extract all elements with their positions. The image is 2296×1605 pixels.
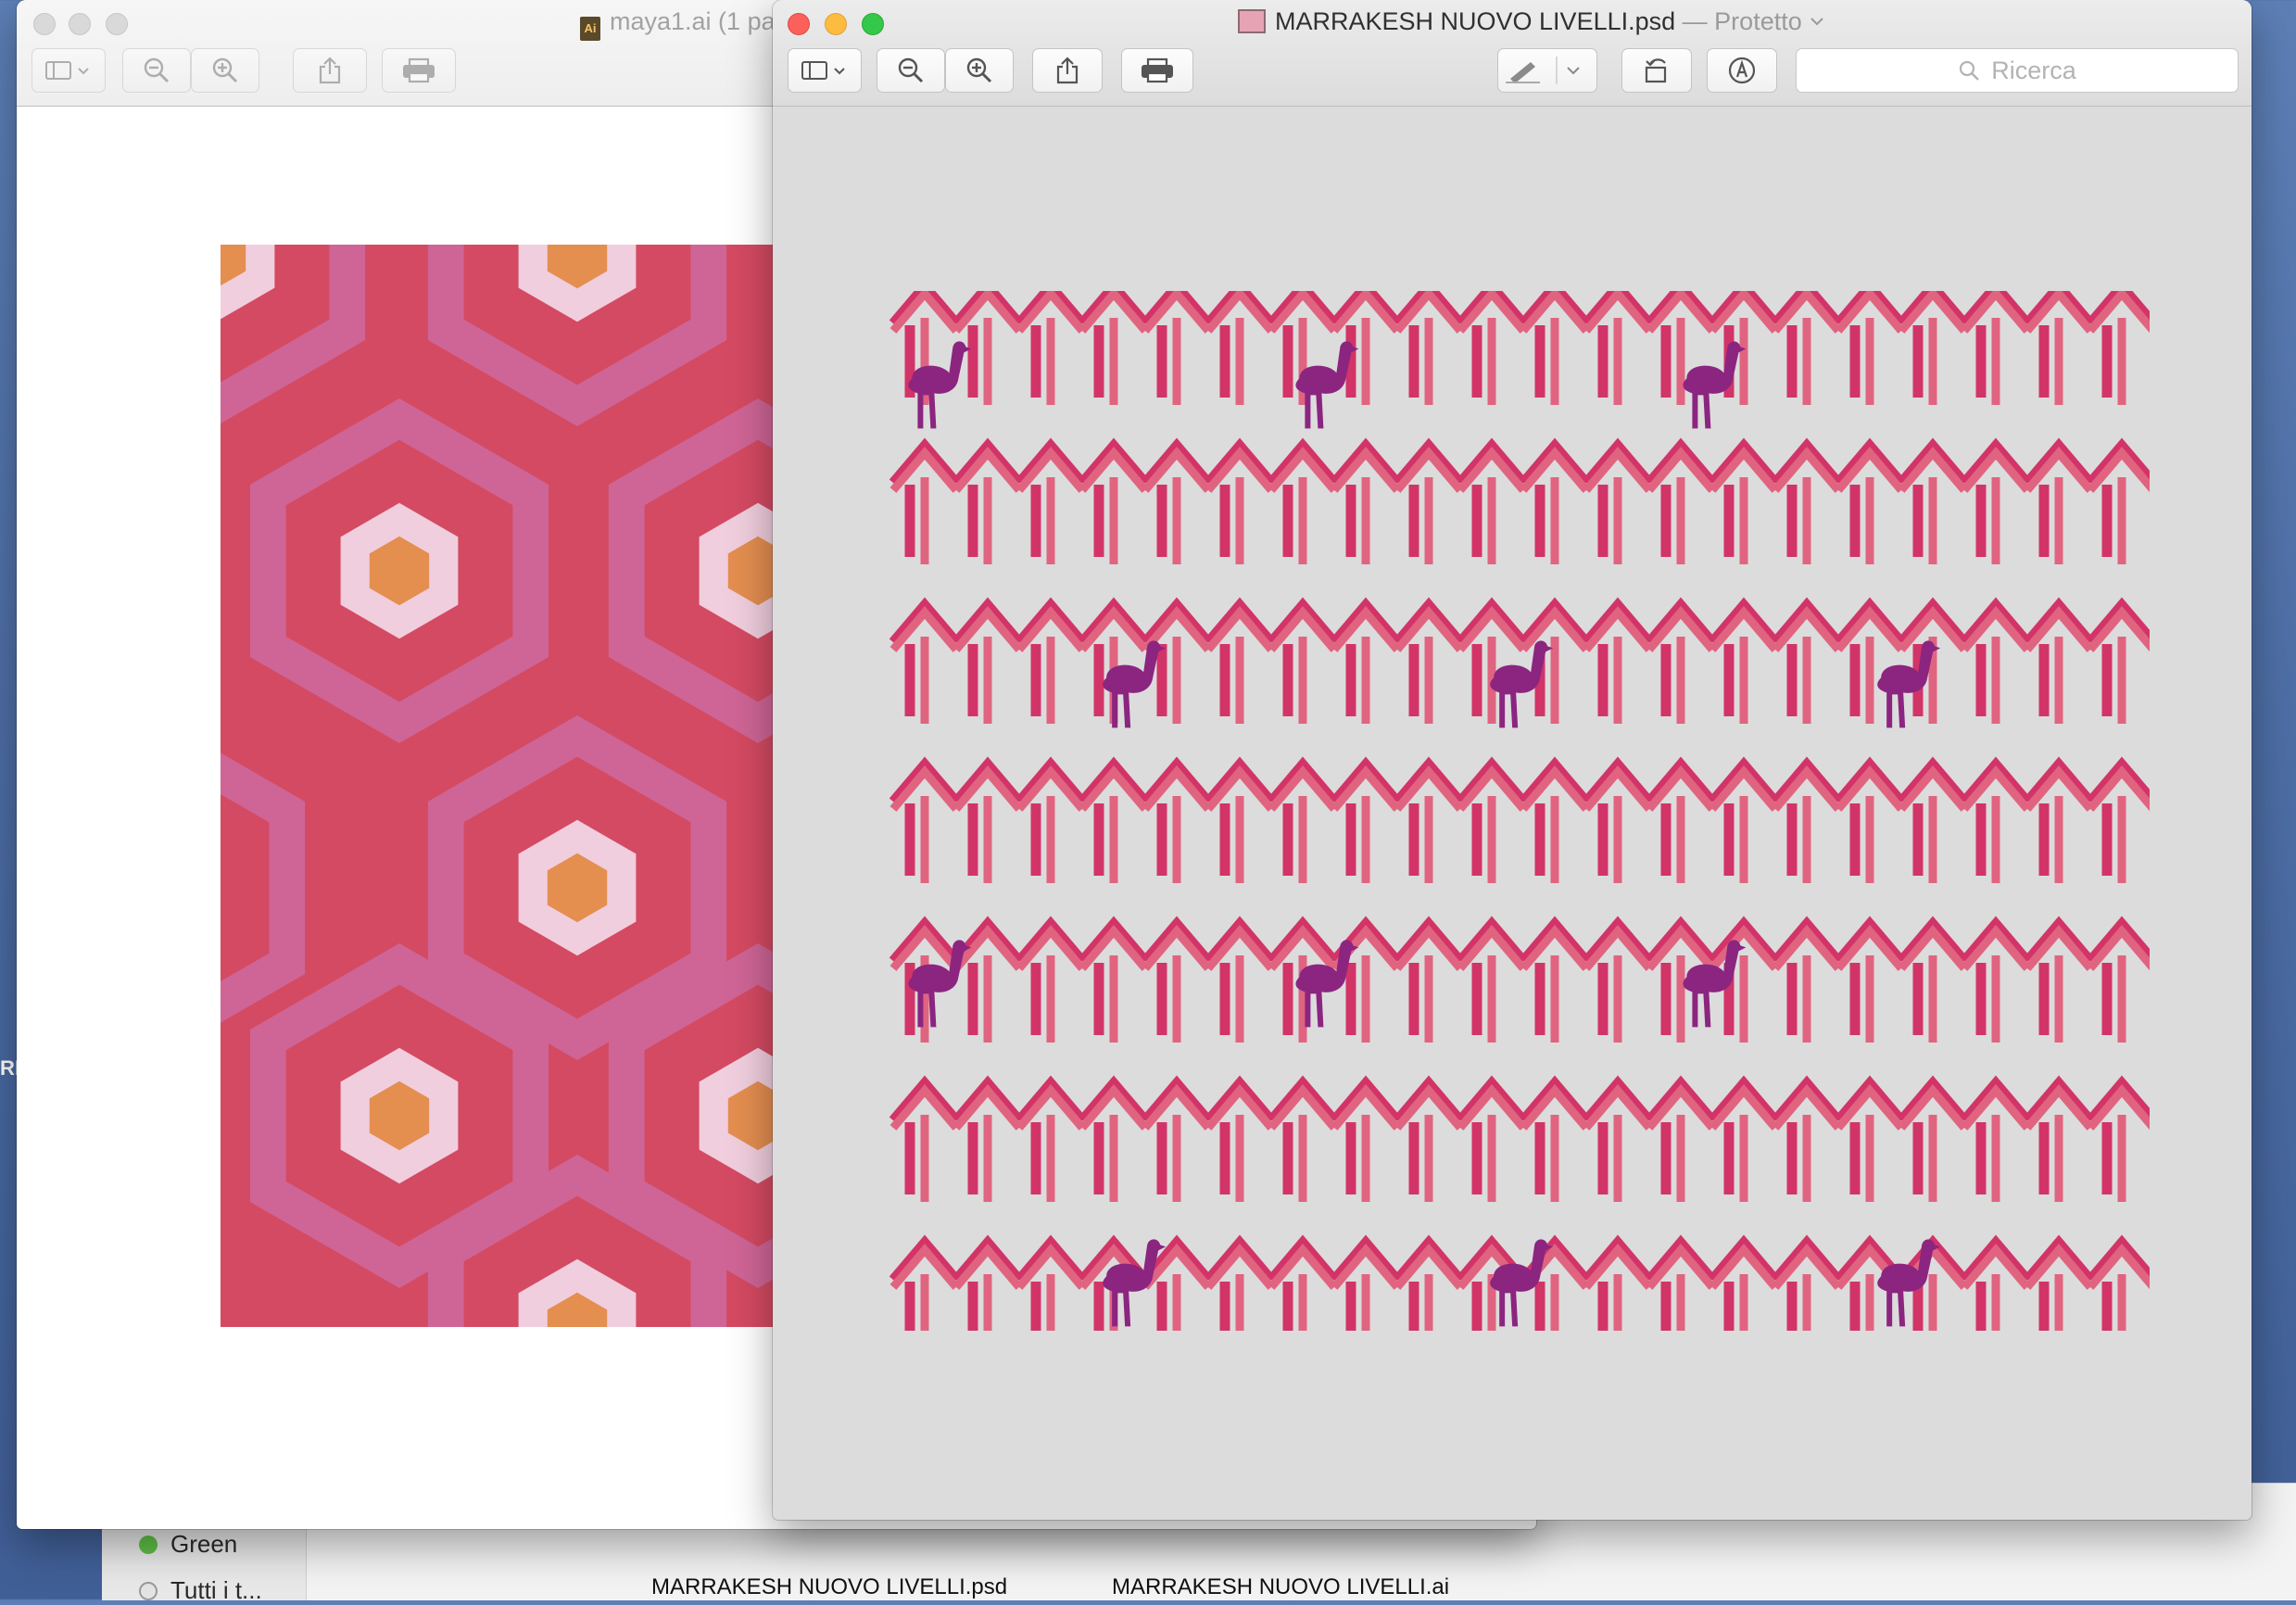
zoom-out-button[interactable] bbox=[877, 48, 945, 93]
share-button[interactable] bbox=[293, 48, 367, 93]
zoom-in-icon bbox=[966, 57, 992, 83]
search-input[interactable]: Ricerca bbox=[1796, 48, 2239, 93]
zoom-button[interactable] bbox=[106, 13, 128, 35]
psd-file-icon bbox=[1238, 9, 1266, 33]
annotate-icon bbox=[1728, 57, 1756, 84]
window-title: Ai maya1.ai (1 pag bbox=[580, 7, 789, 41]
close-button[interactable] bbox=[788, 13, 810, 35]
print-button[interactable] bbox=[1121, 48, 1193, 93]
file-name-psd[interactable]: MARRAKESH NUOVO LIVELLI.psd bbox=[651, 1574, 1007, 1600]
sidebar-icon bbox=[801, 61, 845, 80]
preview-window-marrakesh[interactable]: MARRAKESH NUOVO LIVELLI.psd — Protetto R… bbox=[773, 0, 2252, 1520]
share-icon bbox=[1056, 57, 1079, 84]
zoom-in-icon bbox=[212, 57, 238, 83]
marrakesh-artwork bbox=[889, 291, 2150, 1331]
minimize-button[interactable] bbox=[69, 13, 91, 35]
titlebar[interactable]: MARRAKESH NUOVO LIVELLI.psd — Protetto R… bbox=[773, 0, 2252, 107]
markup-pen-icon bbox=[1506, 57, 1580, 84]
chevron-down-icon[interactable] bbox=[1809, 15, 1825, 28]
zoom-out-icon bbox=[898, 57, 924, 83]
sidebar-tag-all[interactable]: Tutti i t... bbox=[139, 1576, 262, 1605]
ai-file-icon: Ai bbox=[580, 17, 600, 41]
sidebar-tag-green[interactable]: Green bbox=[139, 1530, 237, 1559]
title-filename: MARRAKESH NUOVO LIVELLI.psd bbox=[1275, 7, 1676, 35]
zoom-out-icon bbox=[144, 57, 170, 83]
sidebar-toggle-button[interactable] bbox=[788, 48, 862, 93]
sidebar-toggle-button[interactable] bbox=[32, 48, 106, 93]
search-icon bbox=[1960, 60, 1980, 81]
search-placeholder: Ricerca bbox=[1991, 56, 2076, 84]
window-title: MARRAKESH NUOVO LIVELLI.psd — Protetto bbox=[1238, 7, 1825, 36]
tag-green-dot bbox=[139, 1535, 158, 1554]
share-icon bbox=[319, 57, 341, 84]
zoom-in-button[interactable] bbox=[945, 48, 1014, 93]
tag-all-icon bbox=[139, 1581, 158, 1600]
rotate-icon bbox=[1645, 58, 1667, 83]
file-name-ai[interactable]: MARRAKESH NUOVO LIVELLI.ai bbox=[1112, 1574, 1449, 1600]
close-button[interactable] bbox=[33, 13, 56, 35]
hexagon-artwork bbox=[221, 245, 795, 1327]
print-icon bbox=[1142, 57, 1173, 83]
markup-pen-button[interactable] bbox=[1497, 48, 1597, 93]
tag-label: Green bbox=[170, 1530, 238, 1558]
tag-label: Tutti i t... bbox=[170, 1576, 262, 1604]
ostrich-icon bbox=[1683, 341, 1747, 429]
rotate-button[interactable] bbox=[1621, 48, 1692, 93]
share-button[interactable] bbox=[1032, 48, 1103, 93]
ostrich-icon bbox=[908, 341, 972, 429]
sidebar-icon bbox=[45, 61, 89, 80]
annotate-button[interactable] bbox=[1707, 48, 1777, 93]
zoom-in-button[interactable] bbox=[191, 48, 259, 93]
zoom-out-button[interactable] bbox=[122, 48, 191, 93]
minimize-button[interactable] bbox=[825, 13, 847, 35]
print-icon bbox=[403, 57, 435, 83]
title-status[interactable]: — Protetto bbox=[1683, 7, 1802, 35]
print-button[interactable] bbox=[382, 48, 456, 93]
zoom-button[interactable] bbox=[862, 13, 884, 35]
